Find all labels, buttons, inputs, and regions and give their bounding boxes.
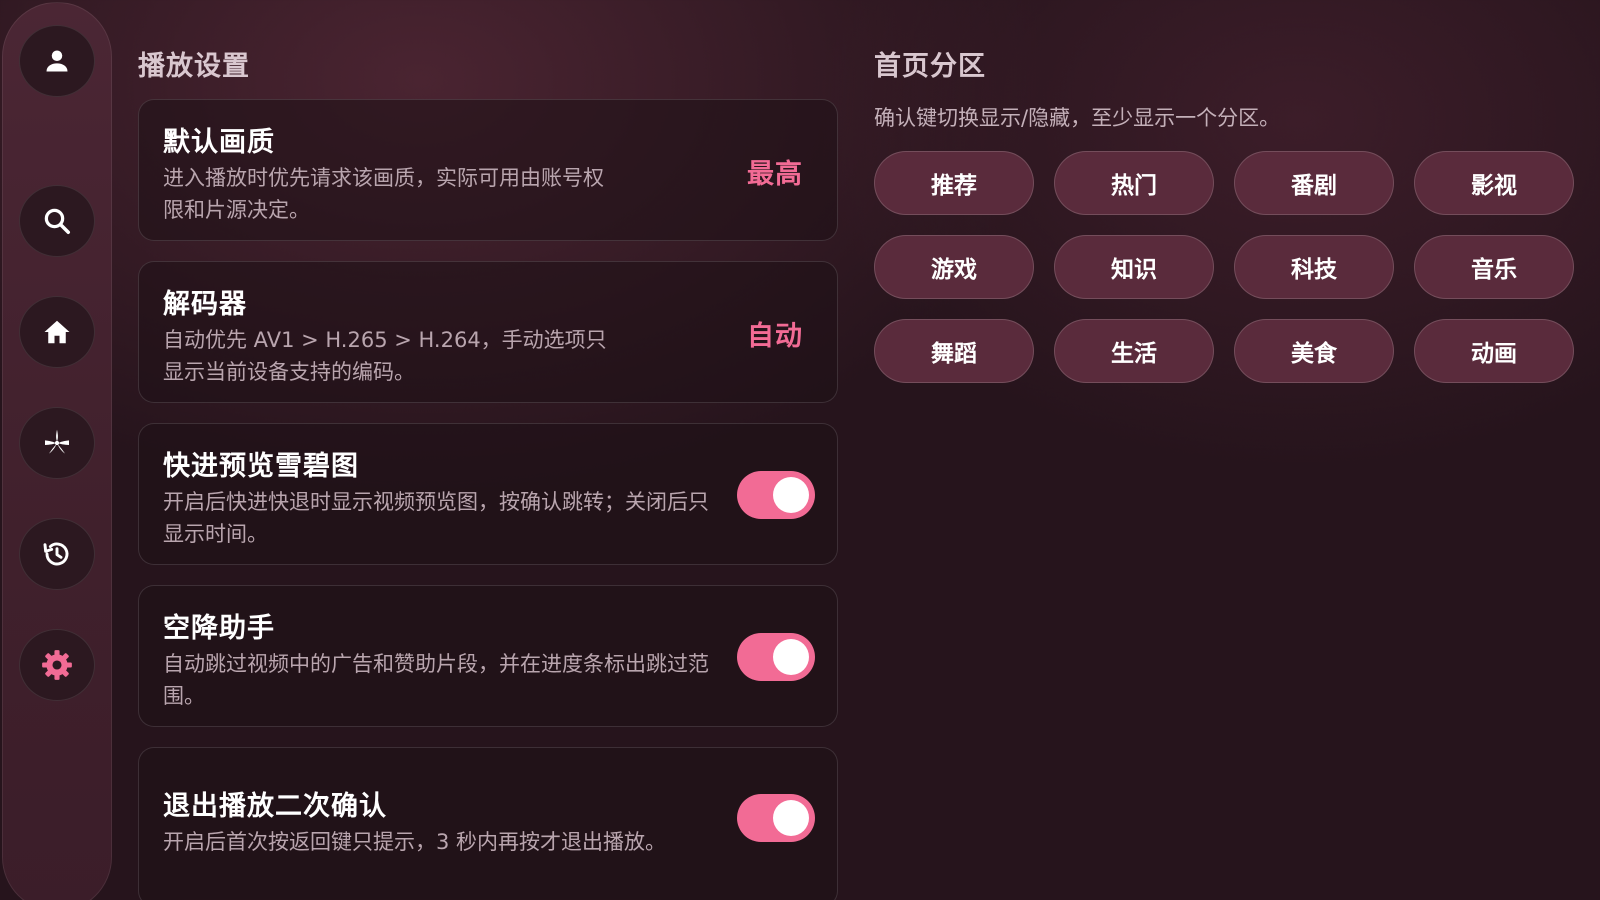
nav-discover-button[interactable]	[19, 407, 95, 479]
playback-section-title: 播放设置	[138, 51, 250, 82]
setting-exit-confirm[interactable]: 退出播放二次确认 开启后首次按返回键只提示，3 秒内再按才退出播放。	[138, 747, 838, 900]
sponsor-skip-toggle[interactable]	[737, 633, 815, 681]
seek-preview-toggle[interactable]	[737, 471, 815, 519]
home-icon	[44, 320, 70, 344]
nav-profile-button[interactable]	[19, 25, 95, 97]
zone-chip-life[interactable]: 生活	[1054, 319, 1214, 383]
nav-settings-button[interactable]	[19, 629, 95, 701]
setting-description: 进入播放时优先请求该画质，实际可用由账号权限和片源决定。	[163, 166, 604, 222]
setting-title: 快进预览雪碧图	[163, 451, 359, 482]
zones-hint: 确认键切换显示/隐藏，至少显示一个分区。	[874, 106, 1281, 130]
nav-history-button[interactable]	[19, 518, 95, 590]
search-icon	[44, 208, 70, 234]
zone-chip-hot[interactable]: 热门	[1054, 151, 1214, 215]
zone-chip-movies[interactable]: 影视	[1414, 151, 1574, 215]
sparkle-icon	[45, 429, 69, 454]
exit-confirm-toggle[interactable]	[737, 794, 815, 842]
nav-search-button[interactable]	[19, 185, 95, 257]
toggle-knob	[773, 639, 809, 675]
zone-chip-anime[interactable]: 动画	[1414, 319, 1574, 383]
zone-chip-music[interactable]: 音乐	[1414, 235, 1574, 299]
user-icon	[46, 50, 68, 72]
setting-title: 默认画质	[163, 127, 275, 158]
zone-chip-food[interactable]: 美食	[1234, 319, 1394, 383]
setting-sponsor-skip[interactable]: 空降助手 自动跳过视频中的广告和赞助片段，并在进度条标出跳过范围。	[138, 585, 838, 727]
sidebar	[2, 2, 112, 900]
setting-description: 自动优先 AV1 > H.265 > H.264，手动选项只显示当前设备支持的编…	[163, 328, 607, 384]
zone-chip-games[interactable]: 游戏	[874, 235, 1034, 299]
zones-section-title: 首页分区	[874, 51, 986, 82]
zone-chip-bangumi[interactable]: 番剧	[1234, 151, 1394, 215]
setting-description: 开启后首次按返回键只提示，3 秒内再按才退出播放。	[163, 830, 667, 854]
setting-seek-preview[interactable]: 快进预览雪碧图 开启后快进快退时显示视频预览图，按确认跳转；关闭后只显示时间。	[138, 423, 838, 565]
toggle-knob	[773, 477, 809, 513]
setting-description: 自动跳过视频中的广告和赞助片段，并在进度条标出跳过范围。	[163, 652, 709, 708]
zone-chip-tech[interactable]: 科技	[1234, 235, 1394, 299]
zone-chip-recommend[interactable]: 推荐	[874, 151, 1034, 215]
setting-value: 最高	[747, 159, 803, 190]
toggle-knob	[773, 800, 809, 836]
gear-icon	[42, 650, 72, 680]
setting-title: 解码器	[163, 289, 247, 320]
setting-title: 退出播放二次确认	[163, 791, 387, 822]
setting-value: 自动	[747, 321, 803, 352]
history-icon	[43, 542, 69, 566]
nav-home-button[interactable]	[19, 296, 95, 368]
setting-decoder[interactable]: 解码器 自动优先 AV1 > H.265 > H.264，手动选项只显示当前设备…	[138, 261, 838, 403]
zone-chip-knowledge[interactable]: 知识	[1054, 235, 1214, 299]
setting-description: 开启后快进快退时显示视频预览图，按确认跳转；关闭后只显示时间。	[163, 490, 709, 546]
setting-default-quality[interactable]: 默认画质 进入播放时优先请求该画质，实际可用由账号权限和片源决定。 最高	[138, 99, 838, 241]
setting-title: 空降助手	[163, 613, 275, 644]
zone-chip-dance[interactable]: 舞蹈	[874, 319, 1034, 383]
